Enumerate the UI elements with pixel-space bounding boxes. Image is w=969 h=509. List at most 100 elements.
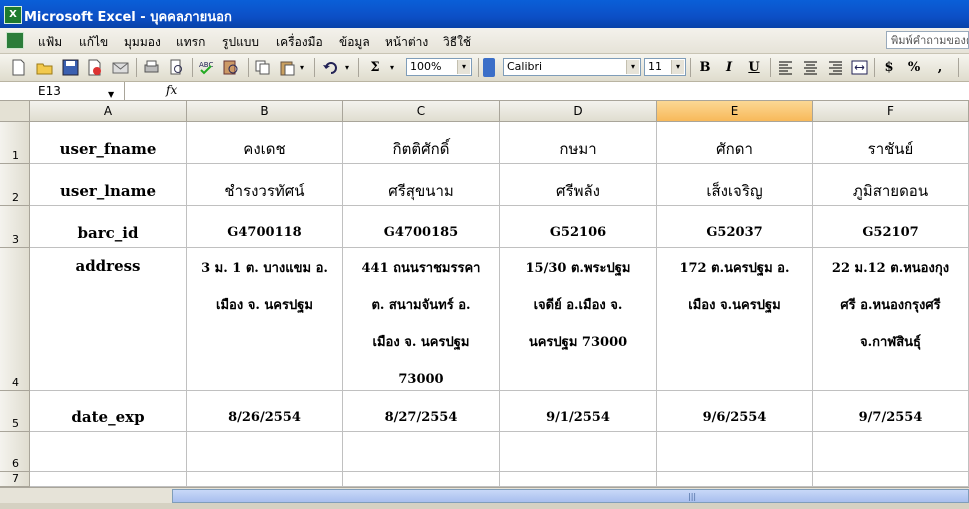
cell-b1[interactable]: คงเดช	[187, 122, 343, 164]
row-header-4[interactable]: 4	[0, 248, 30, 391]
menu-tools[interactable]: เครื่องมือ	[276, 33, 323, 52]
cell-a4[interactable]: address	[30, 248, 187, 391]
cell-f6[interactable]	[813, 432, 969, 472]
cell-b6[interactable]	[187, 432, 343, 472]
menu-view[interactable]: มุมมอง	[124, 33, 161, 52]
column-header-e[interactable]: E	[657, 101, 813, 122]
cell-d1[interactable]: กษมา	[500, 122, 657, 164]
menu-edit[interactable]: แก้ไข	[79, 33, 108, 52]
cell-b2[interactable]: ชำรงวรทัศน์	[187, 164, 343, 206]
cell-d5[interactable]: 9/1/2554	[500, 391, 657, 432]
save-icon[interactable]	[62, 59, 79, 76]
cell-a5[interactable]: date_exp	[30, 391, 187, 432]
cell-e7[interactable]	[657, 472, 813, 487]
paste-icon[interactable]	[279, 59, 296, 76]
cell-d4[interactable]: 15/30 ต.พระปฐม เจดีย์ อ.เมือง จ. นครปฐม 73…	[500, 248, 657, 391]
cell-b7[interactable]	[187, 472, 343, 487]
cell-e5[interactable]: 9/6/2554	[657, 391, 813, 432]
paste-dropdown-icon[interactable]: ▾	[300, 63, 304, 72]
zoom-select[interactable]: 100% ▾	[406, 58, 472, 76]
cell-a2[interactable]: user_lname	[30, 164, 187, 206]
underline-button[interactable]: U	[745, 59, 763, 76]
align-center-icon[interactable]	[802, 59, 819, 76]
comma-style-button[interactable]: ,	[931, 59, 949, 76]
align-left-icon[interactable]	[777, 59, 794, 76]
merge-center-icon[interactable]	[851, 59, 868, 76]
cell-a1[interactable]: user_fname	[30, 122, 187, 164]
email-icon[interactable]	[112, 59, 129, 76]
menu-insert[interactable]: แทรก	[176, 33, 205, 52]
new-document-icon[interactable]	[10, 59, 27, 76]
cell-c7[interactable]	[343, 472, 500, 487]
cell-e1[interactable]: ศักดา	[657, 122, 813, 164]
cell-d7[interactable]	[500, 472, 657, 487]
copy-icon[interactable]	[254, 59, 271, 76]
menu-data[interactable]: ข้อมูล	[339, 33, 370, 52]
row-header-5[interactable]: 5	[0, 391, 30, 432]
cell-c3[interactable]: G4700185	[343, 206, 500, 248]
cell-e2[interactable]: เส็งเจริญ	[657, 164, 813, 206]
menu-format[interactable]: รูปแบบ	[222, 33, 259, 52]
toolbar-options-icon[interactable]	[483, 58, 495, 77]
cell-f3[interactable]: G52107	[813, 206, 969, 248]
select-all-corner[interactable]	[0, 101, 30, 122]
print-icon[interactable]	[143, 59, 160, 76]
cell-c4[interactable]: 441 ถนนราชมรรคา ต. สนามจันทร์ อ. เมือง จ. …	[343, 248, 500, 391]
cell-f1[interactable]: ราชันย์	[813, 122, 969, 164]
cell-c6[interactable]	[343, 432, 500, 472]
cell-f5[interactable]: 9/7/2554	[813, 391, 969, 432]
menu-help[interactable]: วิธีใช้	[443, 33, 471, 52]
permission-icon[interactable]	[86, 59, 103, 76]
menu-file[interactable]: แฟ้ม	[38, 33, 62, 52]
menu-window[interactable]: หน้าต่าง	[385, 33, 428, 52]
cell-e6[interactable]	[657, 432, 813, 472]
name-box[interactable]: E13 ▼	[0, 82, 125, 100]
cell-e3[interactable]: G52037	[657, 206, 813, 248]
cell-b5[interactable]: 8/26/2554	[187, 391, 343, 432]
column-header-d[interactable]: D	[500, 101, 657, 122]
cell-c2[interactable]: ศรีสุขนาม	[343, 164, 500, 206]
column-header-f[interactable]: F	[813, 101, 969, 122]
cell-f2[interactable]: ภูมิสายดอน	[813, 164, 969, 206]
cell-a6[interactable]	[30, 432, 187, 472]
autosum-dropdown-icon[interactable]: ▾	[390, 63, 394, 72]
spelling-icon[interactable]: ABC	[198, 59, 215, 76]
help-question-box[interactable]: พิมพ์คำถามของคุณ	[886, 31, 969, 49]
row-header-7[interactable]: 7	[0, 472, 30, 487]
row-header-6[interactable]: 6	[0, 432, 30, 472]
currency-button[interactable]: $	[880, 59, 898, 76]
column-header-a[interactable]: A	[30, 101, 187, 122]
cell-d3[interactable]: G52106	[500, 206, 657, 248]
cell-d6[interactable]	[500, 432, 657, 472]
italic-button[interactable]: I	[720, 59, 738, 76]
cell-f4[interactable]: 22 ม.12 ต.หนองกุง ศรี อ.หนองกรุงศรี จ.กาฬส…	[813, 248, 969, 391]
autosum-button[interactable]: Σ	[366, 59, 384, 76]
cell-f7[interactable]	[813, 472, 969, 487]
row-header-2[interactable]: 2	[0, 164, 30, 206]
undo-icon[interactable]	[322, 59, 339, 76]
row-header-1[interactable]: 1	[0, 122, 30, 164]
font-size-select[interactable]: 11 ▾	[644, 58, 686, 76]
cell-b4[interactable]: 3 ม. 1 ต. บางแขม อ. เมือง จ. นครปฐม	[187, 248, 343, 391]
bold-button[interactable]: B	[696, 59, 714, 76]
horizontal-scrollbar[interactable]: |||	[172, 489, 969, 503]
percent-button[interactable]: %	[905, 59, 923, 76]
excel-app-icon[interactable]: X	[4, 6, 22, 24]
cell-c5[interactable]: 8/27/2554	[343, 391, 500, 432]
align-right-icon[interactable]	[827, 59, 844, 76]
cell-c1[interactable]: กิตติศักดิ์	[343, 122, 500, 164]
chevron-down-icon[interactable]: ▾	[671, 60, 684, 74]
cell-b3[interactable]: G4700118	[187, 206, 343, 248]
workbook-icon[interactable]	[6, 32, 24, 49]
row-header-3[interactable]: 3	[0, 206, 30, 248]
print-preview-icon[interactable]	[168, 59, 185, 76]
chevron-down-icon[interactable]: ▾	[457, 60, 470, 74]
font-name-select[interactable]: Calibri ▾	[503, 58, 641, 76]
column-header-c[interactable]: C	[343, 101, 500, 122]
cell-e4[interactable]: 172 ต.นครปฐม อ. เมือง จ.นครปฐม	[657, 248, 813, 391]
research-icon[interactable]	[222, 59, 239, 76]
cell-a3[interactable]: barc_id	[30, 206, 187, 248]
undo-dropdown-icon[interactable]: ▾	[345, 63, 349, 72]
column-header-b[interactable]: B	[187, 101, 343, 122]
cell-d2[interactable]: ศรีพลัง	[500, 164, 657, 206]
